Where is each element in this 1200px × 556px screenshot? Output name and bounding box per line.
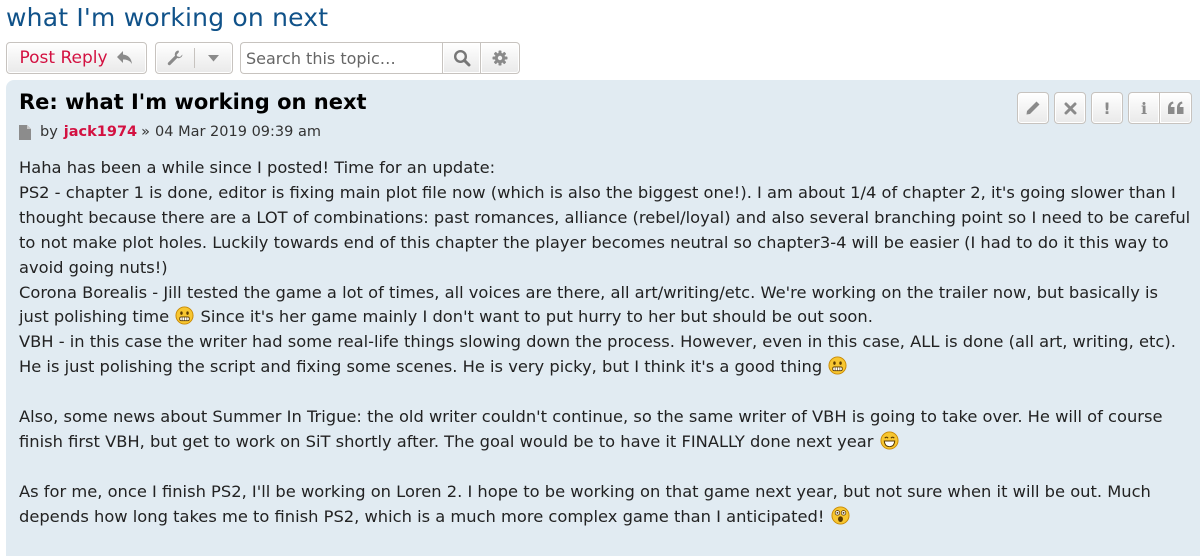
tools-dropdown[interactable] (194, 43, 232, 73)
tools-icon-wrap[interactable] (156, 43, 194, 73)
topic-title[interactable]: what I'm working on next (6, 3, 328, 32)
post-line: VBH - in this case the writer had some r… (19, 330, 1191, 380)
wrench-icon (167, 50, 183, 66)
post: Re: what I'm working on next ! i by jack… (6, 80, 1200, 556)
post-line: Haha has been a while since I posted! Ti… (19, 158, 496, 177)
post-line: PS2 - chapter 1 is done, editor is fixin… (19, 182, 1191, 277)
smiley-nervous-icon (175, 306, 194, 325)
magnifier-icon (453, 49, 470, 67)
post-text: Also, some news about Summer In Trigue: … (19, 407, 1163, 451)
post-text: As for me, once I finish PS2, I'll be wo… (19, 481, 1151, 526)
delete-button[interactable] (1054, 92, 1086, 124)
post-line: Also, some news about Summer In Trigue: … (19, 405, 1191, 455)
smiley-grin-icon (880, 431, 899, 450)
post-title[interactable]: Re: what I'm working on next (19, 90, 367, 114)
meta-separator: » (141, 124, 151, 140)
quote-button[interactable] (1160, 92, 1192, 124)
post-date: 04 Mar 2019 09:39 am (155, 124, 321, 140)
post-text: Since it's her game mainly I don't want … (200, 307, 873, 327)
advanced-search-button[interactable] (481, 42, 520, 74)
post-line: As for me, once I finish PS2, I'll be wo… (19, 480, 1191, 530)
author-link[interactable]: jack1974 (64, 124, 137, 140)
gear-icon (492, 50, 508, 66)
edit-button[interactable] (1017, 92, 1049, 124)
quote-icon (1167, 101, 1183, 114)
post-reply-label: Post Reply (19, 48, 108, 68)
search-input[interactable] (240, 42, 442, 74)
post-text: VBH - in this case the writer had some r… (19, 332, 1176, 377)
x-icon (1064, 102, 1076, 114)
post-reply-button[interactable]: Post Reply (6, 42, 147, 74)
post-file-icon[interactable] (19, 124, 31, 140)
topic-tools-button[interactable] (155, 42, 233, 74)
caret-down-icon (207, 54, 219, 61)
post-meta: by jack1974 » 04 Mar 2019 09:39 am (19, 124, 321, 140)
pencil-icon (1026, 101, 1040, 115)
post-content: Haha has been a while since I posted! Ti… (19, 156, 1191, 530)
report-button[interactable]: ! (1091, 92, 1123, 124)
post-line: Corona Borealis - Jill tested the game a… (19, 281, 1191, 331)
smiley-shocked-icon (831, 506, 850, 525)
post-tools: ! i (1012, 92, 1192, 124)
by-label: by (40, 124, 58, 140)
smiley-nervous-icon (828, 356, 847, 375)
action-bar: Post Reply (6, 42, 520, 74)
info-icon: i (1140, 98, 1148, 118)
exclamation-icon: ! (1103, 98, 1111, 118)
reply-arrow-icon (116, 51, 132, 64)
search-button[interactable] (442, 42, 481, 74)
topic-search (240, 42, 520, 74)
info-button[interactable]: i (1128, 92, 1160, 124)
